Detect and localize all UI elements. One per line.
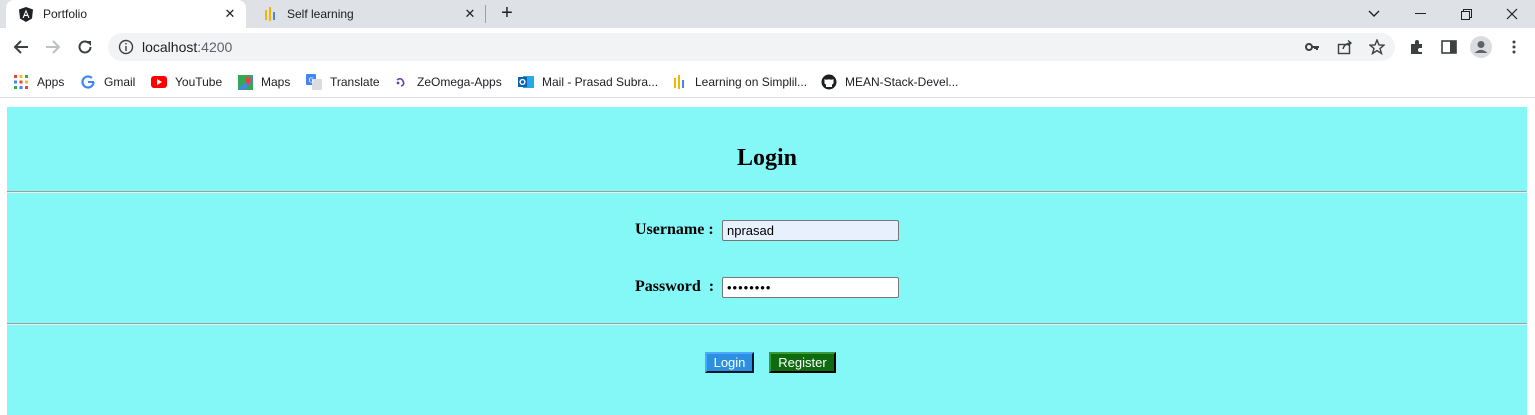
page-title: Login [736,145,798,171]
close-tab-icon[interactable]: ✕ [462,6,478,22]
minimize-icon[interactable] [1397,0,1443,28]
bookmark-star-icon[interactable] [1368,38,1386,56]
tab-portfolio[interactable]: Portfolio ✕ [6,0,246,28]
zeomega-icon [393,74,409,90]
register-button[interactable]: Register [769,352,836,373]
bookmark-label: Learning on Simplil... [695,75,808,89]
bookmarks-bar: Apps Gmail YouTube Maps G Translate ZeOm… [0,66,1535,98]
close-tab-icon[interactable]: ✕ [222,6,238,22]
share-icon[interactable] [1337,39,1353,55]
tab-title: Self learning [287,7,354,21]
bookmark-gmail[interactable]: Gmail [80,73,135,91]
tab-title: Portfolio [43,7,88,21]
password-input[interactable] [722,277,899,298]
bookmark-apps[interactable]: Apps [13,73,64,91]
side-panel-icon[interactable] [1440,38,1458,56]
site-info-icon[interactable] [118,39,134,55]
angular-icon [18,6,34,22]
tab-strip: Portfolio ✕ Self learning ✕ + [0,0,1535,28]
reload-icon[interactable] [74,36,96,58]
bookmark-translate[interactable]: G Translate [306,73,380,91]
bookmark-label: Translate [330,75,380,89]
profile-avatar-icon[interactable] [1470,36,1492,58]
password-label: Password : [635,278,715,295]
bookmark-zeomega[interactable]: ZeOmega-Apps [393,73,502,91]
divider [7,323,1527,325]
browser-toolbar: localhost:4200 [0,28,1535,66]
bookmark-label: ZeOmega-Apps [417,75,502,89]
bookmark-label: Apps [37,75,65,89]
forward-icon[interactable] [42,36,64,58]
svg-text:G: G [309,77,314,85]
bookmark-maps[interactable]: Maps [237,73,290,91]
tab-separator [485,5,486,23]
github-icon [821,74,837,90]
url-host: localhost [142,39,198,55]
apps-grid-icon [13,74,29,90]
tab-search-icon[interactable] [1351,0,1397,28]
simplilearn-icon [262,6,278,22]
simplilearn-icon [671,74,687,90]
google-icon [80,74,96,90]
address-bar[interactable]: localhost:4200 [108,33,1395,61]
close-window-icon[interactable] [1489,0,1535,28]
youtube-icon [151,74,167,90]
back-icon[interactable] [10,36,32,58]
bookmark-github[interactable]: MEAN-Stack-Devel... [821,73,958,91]
extensions-icon[interactable] [1408,38,1426,56]
url-port: :4200 [197,39,233,55]
bookmark-label: Maps [261,75,291,89]
bookmark-label: Mail - Prasad Subra... [542,75,659,89]
username-input[interactable] [722,220,899,241]
username-label: Username : [635,221,714,238]
maps-icon [237,74,253,90]
login-page: Login Username : Password : Login Regist… [7,107,1527,415]
bookmark-youtube[interactable]: YouTube [151,73,222,91]
login-button[interactable]: Login [705,352,754,373]
bookmark-mail[interactable]: Mail - Prasad Subra... [518,73,658,91]
url-text[interactable]: localhost:4200 [142,39,232,55]
bookmark-label: YouTube [175,75,223,89]
bookmark-label: MEAN-Stack-Devel... [845,75,959,89]
divider [7,191,1527,193]
key-icon[interactable] [1304,39,1320,55]
tab-self-learning[interactable]: Self learning ✕ [250,0,486,28]
menu-kebab-icon[interactable] [1505,38,1523,56]
restore-icon[interactable] [1443,0,1489,28]
new-tab-button[interactable]: + [497,3,517,24]
outlook-icon [518,74,534,90]
bookmark-label: Gmail [104,75,136,89]
translate-icon: G [306,74,322,90]
bookmark-simplilearn[interactable]: Learning on Simplil... [671,73,807,91]
